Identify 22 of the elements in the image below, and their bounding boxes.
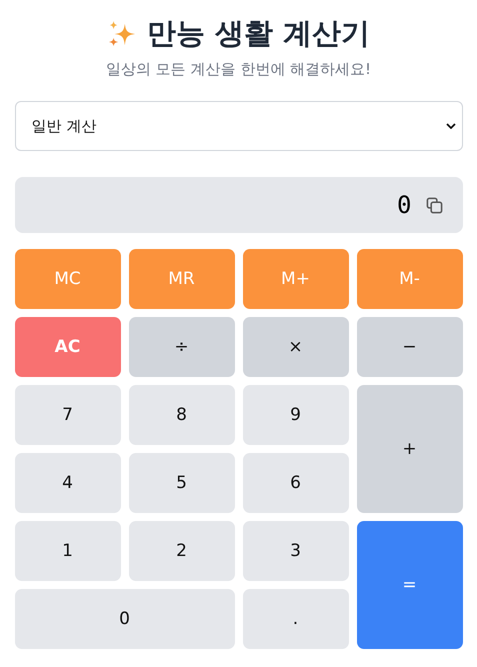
digit-key[interactable]: 1 bbox=[14, 521, 120, 581]
operator-key[interactable]: − bbox=[356, 317, 462, 377]
chevron-down-icon bbox=[446, 123, 456, 129]
digit-key[interactable]: 8 bbox=[128, 385, 234, 445]
display-value: 0 bbox=[397, 191, 412, 219]
operator-key[interactable]: ÷ bbox=[128, 317, 234, 377]
digit-key[interactable]: 3 bbox=[242, 521, 348, 581]
digit-key[interactable]: 6 bbox=[242, 453, 348, 513]
digit-key[interactable]: 4 bbox=[14, 453, 120, 513]
copy-icon[interactable] bbox=[426, 196, 442, 214]
digit-key[interactable]: 7 bbox=[14, 385, 120, 445]
equals-key[interactable]: = bbox=[356, 521, 462, 649]
mode-dropdown[interactable]: 일반 계산 bbox=[14, 101, 462, 151]
digit-key[interactable]: . bbox=[242, 589, 348, 649]
digit-key[interactable]: 2 bbox=[128, 521, 234, 581]
operator-key[interactable]: + bbox=[356, 385, 462, 513]
digit-key[interactable]: 9 bbox=[242, 385, 348, 445]
digit-key[interactable]: 0 bbox=[14, 589, 234, 649]
digit-key[interactable]: 5 bbox=[128, 453, 234, 513]
app-title: 만능 생활 계산기 bbox=[146, 15, 370, 52]
app-subtitle: 일상의 모든 계산을 한번에 해결하세요! bbox=[104, 60, 372, 79]
operator-key[interactable]: × bbox=[242, 317, 348, 377]
